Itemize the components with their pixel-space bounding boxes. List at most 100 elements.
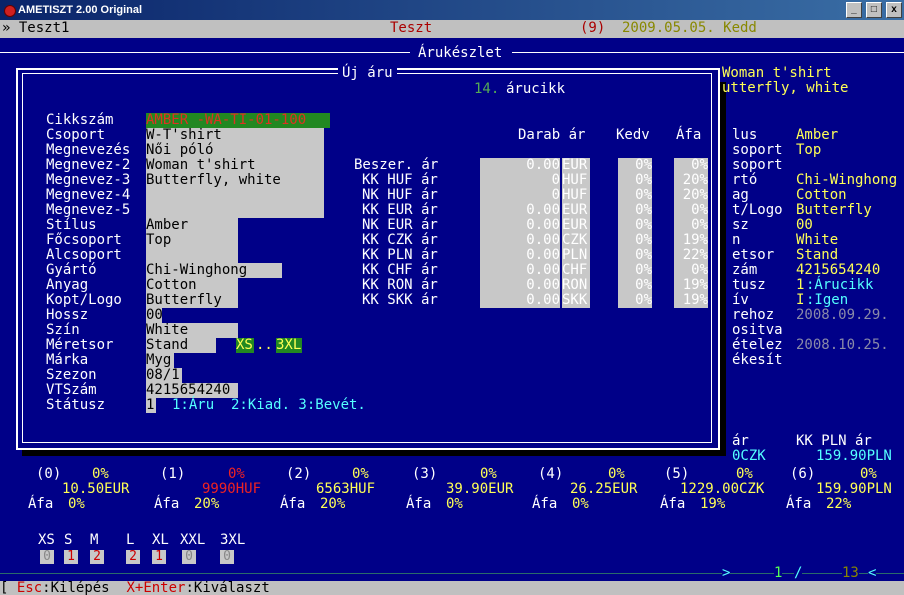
header-darab-ar: Darab ár bbox=[518, 127, 586, 143]
pc-afa-label-2: Áfa bbox=[280, 496, 306, 512]
field-megnevez-3[interactable]: Butterfly, white bbox=[146, 173, 324, 188]
field-focsoport[interactable]: Top bbox=[146, 233, 238, 248]
price-value-8[interactable]: 0.00 bbox=[480, 278, 560, 293]
price-value-6[interactable]: 0.00 bbox=[480, 248, 560, 263]
size-qty-m[interactable]: 2 bbox=[90, 550, 104, 564]
afa-1[interactable]: 20% bbox=[674, 173, 708, 188]
enter-key[interactable]: X+Enter bbox=[126, 580, 185, 595]
size-qty-xs[interactable]: 0 bbox=[40, 550, 54, 564]
right-bottom-label: ár bbox=[732, 433, 749, 449]
price-value-7[interactable]: 0.00 bbox=[480, 263, 560, 278]
kedv-7[interactable]: 0% bbox=[618, 263, 652, 278]
pager-sep: / bbox=[794, 565, 803, 581]
afa-2[interactable]: 20% bbox=[674, 188, 708, 203]
pager-left-arrow[interactable]: < bbox=[868, 566, 877, 581]
close-button[interactable]: x bbox=[886, 2, 902, 18]
price-value-3[interactable]: 0.00 bbox=[480, 203, 560, 218]
price-value-9[interactable]: 0.00 bbox=[480, 293, 560, 308]
kedv-3[interactable]: 0% bbox=[618, 203, 652, 218]
kedv-1[interactable]: 0% bbox=[618, 173, 652, 188]
field-megnevezes[interactable]: Női póló bbox=[146, 143, 324, 158]
field-megnevez-2[interactable]: Woman t'shirt bbox=[146, 158, 324, 173]
price-value-0[interactable]: 0.00 bbox=[480, 158, 560, 173]
field-cikkszam[interactable]: AMBER -WA-TI-01-100 bbox=[146, 113, 330, 128]
size-qty-xl[interactable]: 1 bbox=[152, 550, 166, 564]
right-value-11: I bbox=[796, 292, 805, 308]
price-value-5[interactable]: 0.00 bbox=[480, 233, 560, 248]
price-value-4[interactable]: 0.00 bbox=[480, 218, 560, 233]
pager-current: 1 bbox=[774, 565, 783, 581]
size-qty-xxl[interactable]: 0 bbox=[182, 550, 196, 564]
status-bar: [ Esc:Kilépés X+Enter:Kiválaszt bbox=[0, 581, 904, 595]
afa-7[interactable]: 0% bbox=[674, 263, 708, 278]
field-vtszam[interactable]: 4215654240 bbox=[146, 383, 238, 398]
price-currency-4: EUR bbox=[562, 217, 588, 233]
size-qty-s[interactable]: 1 bbox=[64, 550, 78, 564]
field-megnevez-5[interactable] bbox=[146, 203, 324, 218]
afa-0[interactable]: 0% bbox=[674, 158, 708, 173]
price-currency-2: HUF bbox=[562, 187, 588, 203]
menu-date: 2009.05.05. Kedd bbox=[622, 20, 757, 36]
field-marka[interactable]: Myg bbox=[146, 353, 174, 368]
panel-title: Árukészlet bbox=[418, 45, 503, 61]
price-label-4: NK EUR ár bbox=[362, 217, 438, 233]
price-value-2[interactable]: 0 bbox=[480, 188, 560, 203]
menu-left[interactable]: » Teszt1 bbox=[2, 21, 69, 36]
label-csoport: Csoport bbox=[46, 127, 106, 143]
afa-6[interactable]: 22% bbox=[674, 248, 708, 263]
field-stilus[interactable]: Amber bbox=[146, 218, 238, 233]
kedv-6[interactable]: 0% bbox=[618, 248, 652, 263]
field-kopt-logo[interactable]: Butterfly bbox=[146, 293, 238, 308]
kedv-9[interactable]: 0% bbox=[618, 293, 652, 308]
field-megnevez-4[interactable] bbox=[146, 188, 324, 203]
kedv-0[interactable]: 0% bbox=[618, 158, 652, 173]
afa-4[interactable]: 0% bbox=[674, 218, 708, 233]
size-qty-3xl[interactable]: 0 bbox=[220, 550, 234, 564]
pc-afa-label-6: Áfa bbox=[786, 496, 812, 512]
field-meretsor[interactable]: Stand bbox=[146, 338, 216, 353]
restore-button[interactable]: □ bbox=[865, 2, 882, 18]
minimize-button[interactable]: _ bbox=[845, 2, 862, 18]
kedv-8[interactable]: 0% bbox=[618, 278, 652, 293]
label-marka: Márka bbox=[46, 352, 89, 368]
bottom-rule bbox=[0, 573, 904, 574]
panel-rule-left bbox=[0, 52, 410, 53]
field-alcsoport[interactable] bbox=[146, 248, 238, 263]
size-qty-l[interactable]: 2 bbox=[126, 550, 140, 564]
pc-price-5: 1229.00CZK bbox=[680, 481, 765, 497]
kedv-5[interactable]: 0% bbox=[618, 233, 652, 248]
right-value-1: Top bbox=[796, 142, 822, 158]
label-megnevez-4: Megnevez-4 bbox=[46, 187, 131, 203]
pc-idx-3: (3) bbox=[412, 466, 438, 482]
status-hint: 1:Áru 2:Kiad. 3:Bevét. bbox=[172, 397, 366, 413]
right-desc-2: utterfly, white bbox=[722, 80, 849, 96]
price-label-5: KK CZK ár bbox=[362, 232, 438, 248]
pc-idx-0: (0) bbox=[36, 466, 62, 482]
field-anyag[interactable]: Cotton bbox=[146, 278, 238, 293]
price-value-1[interactable]: 0 bbox=[480, 173, 560, 188]
field-szezon[interactable]: 08/1 bbox=[146, 368, 182, 383]
field-gyarto[interactable]: Chi-Winghong bbox=[146, 263, 282, 278]
field-szin[interactable]: White bbox=[146, 323, 238, 338]
afa-3[interactable]: 0% bbox=[674, 203, 708, 218]
label-megnevez-2: Megnevez-2 bbox=[46, 157, 131, 173]
size-to[interactable]: 3XL bbox=[276, 338, 302, 353]
right-label-10: tusz bbox=[732, 277, 766, 293]
esc-key[interactable]: Esc bbox=[17, 580, 42, 595]
pc-idx-5: (5) bbox=[664, 466, 690, 482]
field-hossz[interactable]: 00 bbox=[146, 308, 163, 323]
afa-9[interactable]: 19% bbox=[674, 293, 708, 308]
kedv-4[interactable]: 0% bbox=[618, 218, 652, 233]
field-csoport[interactable]: W-T'shirt bbox=[146, 128, 324, 143]
price-label-6: KK PLN ár bbox=[362, 247, 438, 263]
pc-price-3: 39.90EUR bbox=[446, 481, 514, 497]
afa-5[interactable]: 19% bbox=[674, 233, 708, 248]
size-from[interactable]: XS bbox=[236, 338, 254, 353]
right-label-14: ételez bbox=[732, 337, 783, 353]
field-statusz[interactable]: 1 bbox=[146, 398, 156, 413]
afa-8[interactable]: 19% bbox=[674, 278, 708, 293]
right-bottom-pln-value: 159.90PLN bbox=[816, 448, 892, 464]
pc-price-6: 159.90PLN bbox=[816, 481, 892, 497]
kedv-2[interactable]: 0% bbox=[618, 188, 652, 203]
pager-right-arrow[interactable]: > bbox=[722, 566, 731, 581]
